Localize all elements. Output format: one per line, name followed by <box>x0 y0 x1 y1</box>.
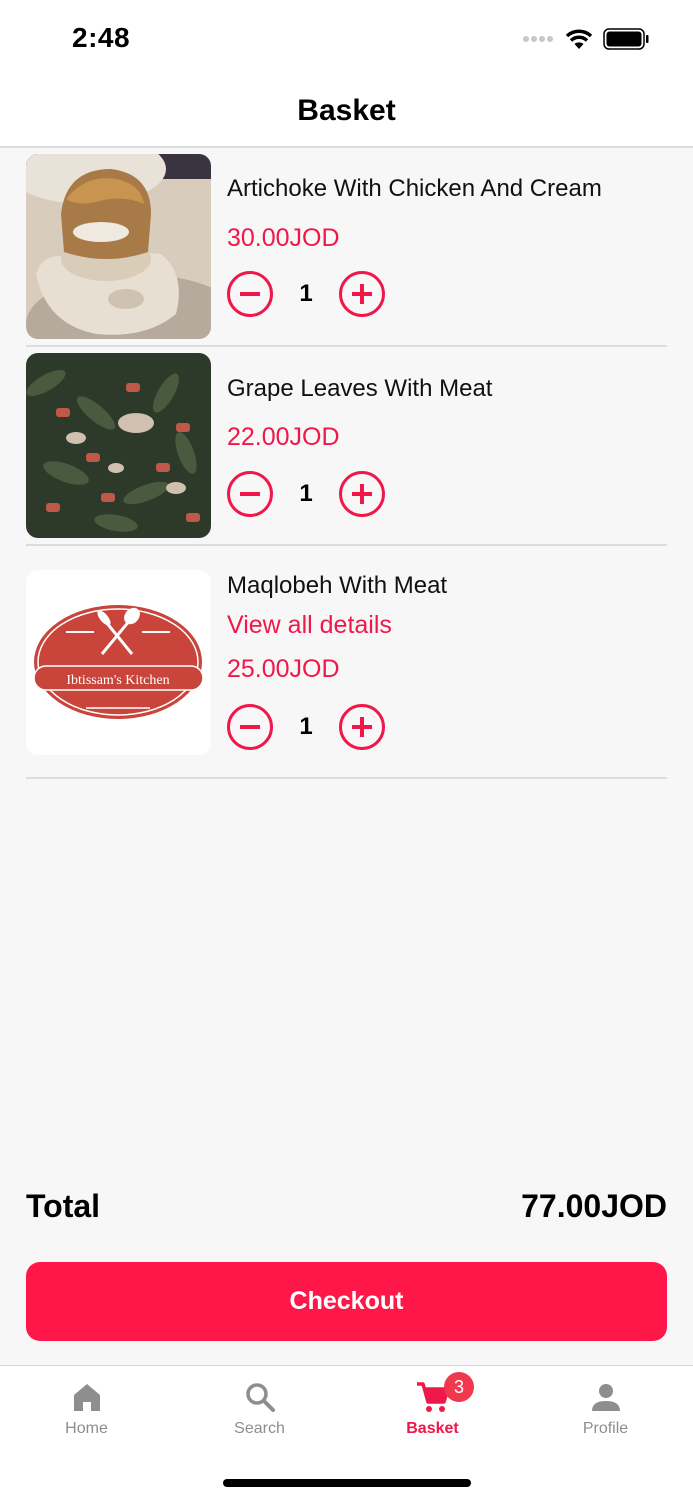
item-image <box>26 353 211 538</box>
nav-header: Basket <box>0 75 693 148</box>
item-name: Grape Leaves With Meat <box>227 375 493 402</box>
quantity-stepper: 1 <box>227 704 385 750</box>
home-indicator <box>223 1479 471 1487</box>
quantity-stepper: 1 <box>227 471 385 517</box>
tab-home[interactable]: Home <box>0 1366 173 1461</box>
item-name: Maqlobeh With Meat <box>227 572 448 599</box>
item-name: Artichoke With Chicken And Cream <box>227 175 602 202</box>
decrease-quantity-button[interactable] <box>227 471 273 517</box>
cellular-signal-icon <box>523 36 553 42</box>
basket-item: Grape Leaves With Meat 22.00JOD 1 <box>26 347 667 546</box>
decrease-quantity-button[interactable] <box>227 271 273 317</box>
quantity-value: 1 <box>299 480 313 507</box>
quantity-value: 1 <box>299 713 313 740</box>
cart-count-badge: 3 <box>444 1372 474 1402</box>
page-title: Basket <box>297 93 396 127</box>
item-price: 25.00JOD <box>227 655 340 683</box>
decrease-quantity-button[interactable] <box>227 704 273 750</box>
item-price: 30.00JOD <box>227 224 340 252</box>
item-image <box>26 154 211 339</box>
increase-quantity-button[interactable] <box>339 471 385 517</box>
wifi-icon <box>565 29 593 49</box>
quantity-value: 1 <box>299 280 313 307</box>
view-details-link[interactable]: View all details <box>227 611 392 640</box>
status-time: 2:48 <box>72 22 131 53</box>
battery-icon <box>603 28 649 50</box>
home-icon <box>73 1384 100 1411</box>
tab-label: Profile <box>582 1420 629 1437</box>
increase-quantity-button[interactable] <box>339 271 385 317</box>
basket-item: Ibtissam's Kitchen Maqlobeh With Meat Vi… <box>26 546 667 779</box>
checkout-button[interactable]: Checkout <box>26 1262 667 1341</box>
tab-label: Home <box>65 1420 108 1437</box>
basket-item: Artichoke With Chicken And Cream 30.00JO… <box>26 148 667 347</box>
tab-basket[interactable]: Basket 3 <box>346 1366 519 1461</box>
increase-quantity-button[interactable] <box>339 704 385 750</box>
restaurant-logo: Ibtissam's Kitchen <box>26 570 211 755</box>
tab-label: Basket <box>406 1420 459 1437</box>
tab-label: Search <box>234 1420 285 1437</box>
tab-search[interactable]: Search <box>173 1366 346 1461</box>
total-value: 77.00JOD <box>521 1187 667 1224</box>
total-label: Total <box>26 1187 101 1224</box>
tab-profile[interactable]: Profile <box>519 1366 692 1461</box>
person-icon <box>591 1384 620 1411</box>
logo-text: Ibtissam's Kitchen <box>66 673 169 688</box>
quantity-stepper: 1 <box>227 271 385 317</box>
status-bar: 2:48 <box>0 0 693 75</box>
total-row: Total 77.00JOD <box>26 1184 667 1228</box>
status-icons <box>523 28 649 50</box>
item-price: 22.00JOD <box>227 423 340 451</box>
search-icon <box>245 1383 275 1412</box>
